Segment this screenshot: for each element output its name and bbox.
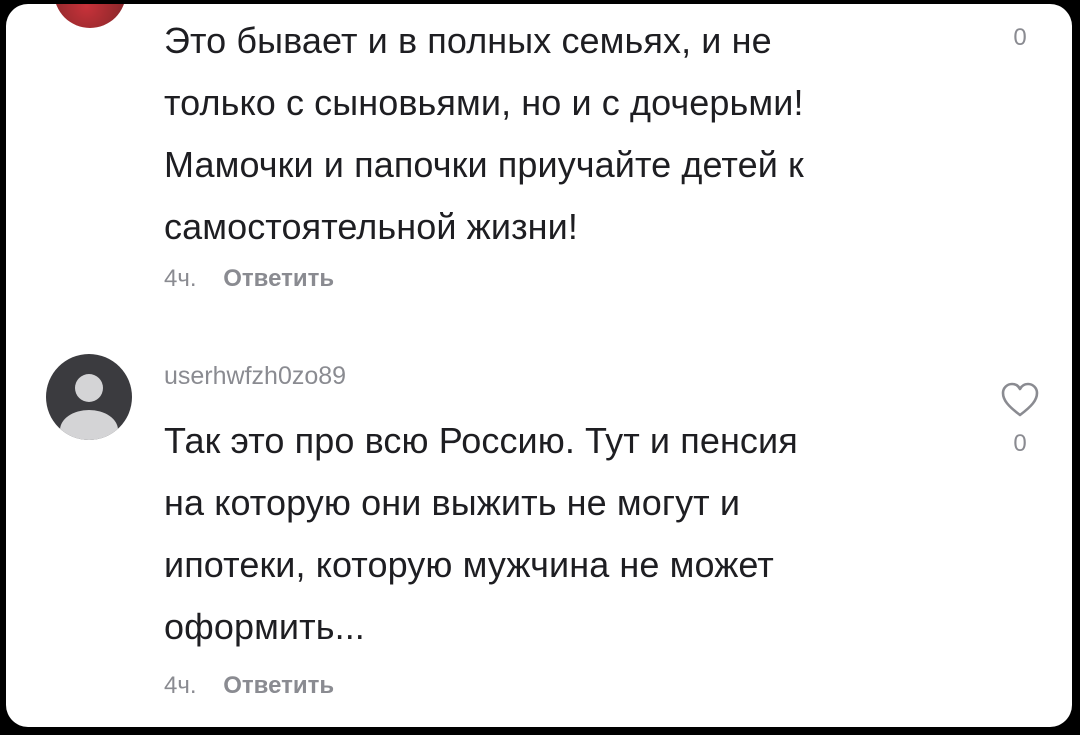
user-photo-icon[interactable] (54, 4, 126, 28)
comment-text: Так это про всю Россию. Тут и пенсия на … (164, 410, 944, 658)
comment-time: 4ч. (164, 265, 197, 292)
comment-line: Это бывает и в полных семьях, и не (164, 20, 772, 61)
comment-line: оформить... (164, 606, 365, 647)
like-count: 0 (1013, 24, 1027, 51)
comment-line: Мамочки и папочки приучайте детей к (164, 144, 804, 185)
reply-button[interactable]: Ответить (223, 672, 334, 699)
default-avatar-icon[interactable] (46, 354, 132, 440)
comment-meta: 4ч. Ответить (164, 672, 334, 700)
comment-line: Так это про всю Россию. Тут и пенсия (164, 420, 798, 461)
comment-text: Это бывает и в полных семьях, и не тольк… (164, 10, 944, 258)
comment-meta: 4ч. Ответить (164, 265, 334, 293)
comment-line: самостоятельной жизни! (164, 206, 578, 247)
comment-line: только с сыновьями, но и с дочерьми! (164, 82, 804, 123)
comment-time: 4ч. (164, 672, 197, 699)
comments-panel: Это бывает и в полных семьях, и не тольк… (6, 4, 1072, 727)
reply-button[interactable]: Ответить (223, 265, 334, 292)
like-count: 0 (1013, 430, 1027, 457)
comment-line: на которую они выжить не могут и (164, 482, 741, 523)
comment-line: ипотеки, которую мужчина не может (164, 544, 774, 585)
comment-username[interactable]: userhwfzh0zo89 (164, 362, 346, 391)
heart-icon[interactable] (1000, 382, 1040, 418)
